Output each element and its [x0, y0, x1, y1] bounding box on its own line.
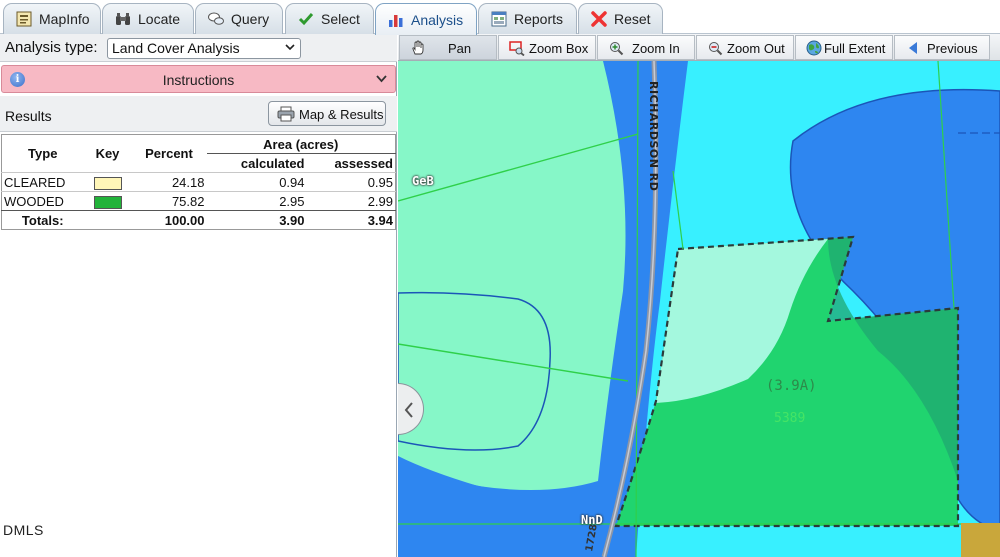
totals-percent: 100.00 [131, 210, 207, 230]
row-calculated: 2.95 [206, 191, 307, 211]
col-header-area: Area (acres) [206, 134, 396, 154]
instructions-label: Instructions [162, 72, 235, 88]
row-assessed: 0.95 [306, 172, 396, 192]
bar-chart-icon [388, 12, 404, 28]
tab-analysis-label: Analysis [411, 11, 464, 28]
previous-button[interactable]: Previous [894, 35, 990, 60]
full-extent-button[interactable]: Full Extent [795, 35, 893, 60]
tab-locate-label: Locate [138, 11, 181, 27]
soil-label-geb: GeB [412, 174, 434, 188]
wooded-key-swatch [93, 195, 122, 209]
checkmark-icon [298, 11, 314, 27]
zoom-box-icon [509, 41, 525, 56]
tab-mapinfo[interactable]: MapInfo [3, 3, 101, 34]
row-assessed: 2.99 [306, 191, 396, 211]
results-table: Type Key Percent Area (acres) calculated… [1, 134, 396, 230]
analysis-type-select[interactable]: Land Cover Analysis [107, 38, 301, 59]
table-row: WOODED 75.82 2.95 2.99 [1, 191, 396, 211]
totals-row: Totals: 100.00 3.90 3.94 [1, 210, 396, 230]
analysis-type-label: Analysis type: [5, 39, 98, 56]
zoom-in-icon [610, 42, 624, 56]
previous-label: Previous [927, 41, 978, 56]
red-x-icon [591, 11, 607, 27]
cleared-key-swatch [93, 176, 122, 190]
row-type: CLEARED [1, 172, 84, 192]
instructions-toggle[interactable]: i Instructions [1, 65, 396, 93]
totals-label: Totals: [1, 210, 84, 230]
tab-select-label: Select [321, 11, 360, 27]
map-and-results-button[interactable]: Map & Results [268, 101, 386, 126]
map-canvas[interactable]: RICHARDSON RD GeB NnD 1728 (3.9A) 5389 [398, 61, 1000, 557]
tab-reports[interactable]: Reports [478, 3, 577, 34]
results-header: Results Map & Results [0, 96, 397, 132]
chevron-left-icon [404, 402, 413, 418]
analysis-type-row: Analysis type: Land Cover Analysis [0, 34, 397, 62]
row-calculated: 0.94 [206, 172, 307, 192]
zoom-out-icon [709, 42, 723, 56]
row-type: WOODED [1, 191, 84, 211]
tab-locate[interactable]: Locate [102, 3, 194, 34]
col-header-percent: Percent [145, 146, 193, 161]
triangle-left-icon [909, 42, 917, 54]
dmls-watermark: DMLS [3, 522, 44, 538]
tab-query-label: Query [231, 11, 270, 27]
table-row: CLEARED 24.18 0.94 0.95 [1, 172, 396, 192]
zoom-out-label: Zoom Out [727, 41, 785, 56]
tab-select[interactable]: Select [285, 3, 374, 34]
tab-reset[interactable]: Reset [578, 3, 663, 34]
olive-zone [961, 523, 1000, 557]
parcel-area-label: (3.9A) [766, 378, 817, 394]
row-percent: 75.82 [131, 191, 207, 211]
zoom-in-button[interactable]: Zoom In [597, 35, 695, 60]
parcel-id-label: 5389 [774, 411, 806, 426]
printer-icon [277, 106, 295, 122]
zoom-box-button[interactable]: Zoom Box [498, 35, 596, 60]
col-header-calculated: calculated [240, 155, 305, 171]
hand-icon [412, 40, 424, 55]
col-header-type: Type [28, 146, 58, 161]
map-and-results-label: Map & Results [299, 107, 384, 122]
analysis-type-value: Land Cover Analysis [112, 40, 240, 56]
map-graphics [398, 61, 1000, 557]
totals-assessed: 3.94 [306, 210, 396, 230]
col-header-assessed: assessed [334, 155, 393, 171]
soil-zone-mint [398, 61, 626, 490]
chevron-down-icon [285, 44, 295, 51]
globe-icon [806, 40, 822, 56]
tab-mapinfo-label: MapInfo [39, 11, 90, 27]
full-extent-label: Full Extent [824, 41, 886, 56]
row-percent: 24.18 [131, 172, 207, 192]
map-toolbar: Pan Zoom Box Zoom In Zoom Out Full Exten… [398, 34, 1000, 61]
tab-analysis[interactable]: Analysis [375, 3, 477, 35]
col-header-key: Key [95, 146, 120, 161]
zoom-in-label: Zoom In [632, 41, 680, 56]
tab-reset-label: Reset [614, 11, 651, 27]
results-label: Results [5, 108, 52, 124]
chevron-down-icon [376, 75, 387, 83]
binoculars-icon [115, 11, 131, 27]
totals-calculated: 3.90 [206, 210, 307, 230]
zoom-out-button[interactable]: Zoom Out [696, 35, 794, 60]
zoom-box-label: Zoom Box [529, 41, 589, 56]
main-tab-bar: MapInfo Locate Query Select Analysis Rep… [0, 0, 1000, 35]
road-label: RICHARDSON RD [647, 81, 660, 192]
report-icon [491, 11, 507, 27]
analysis-panel: Analysis type: Land Cover Analysis i Ins… [0, 34, 397, 557]
tab-query[interactable]: Query [195, 3, 283, 34]
pan-label: Pan [448, 41, 472, 56]
pan-button[interactable]: Pan [399, 35, 497, 60]
map-info-icon [16, 11, 32, 27]
speech-bubbles-icon [208, 11, 224, 27]
tab-reports-label: Reports [514, 11, 564, 27]
